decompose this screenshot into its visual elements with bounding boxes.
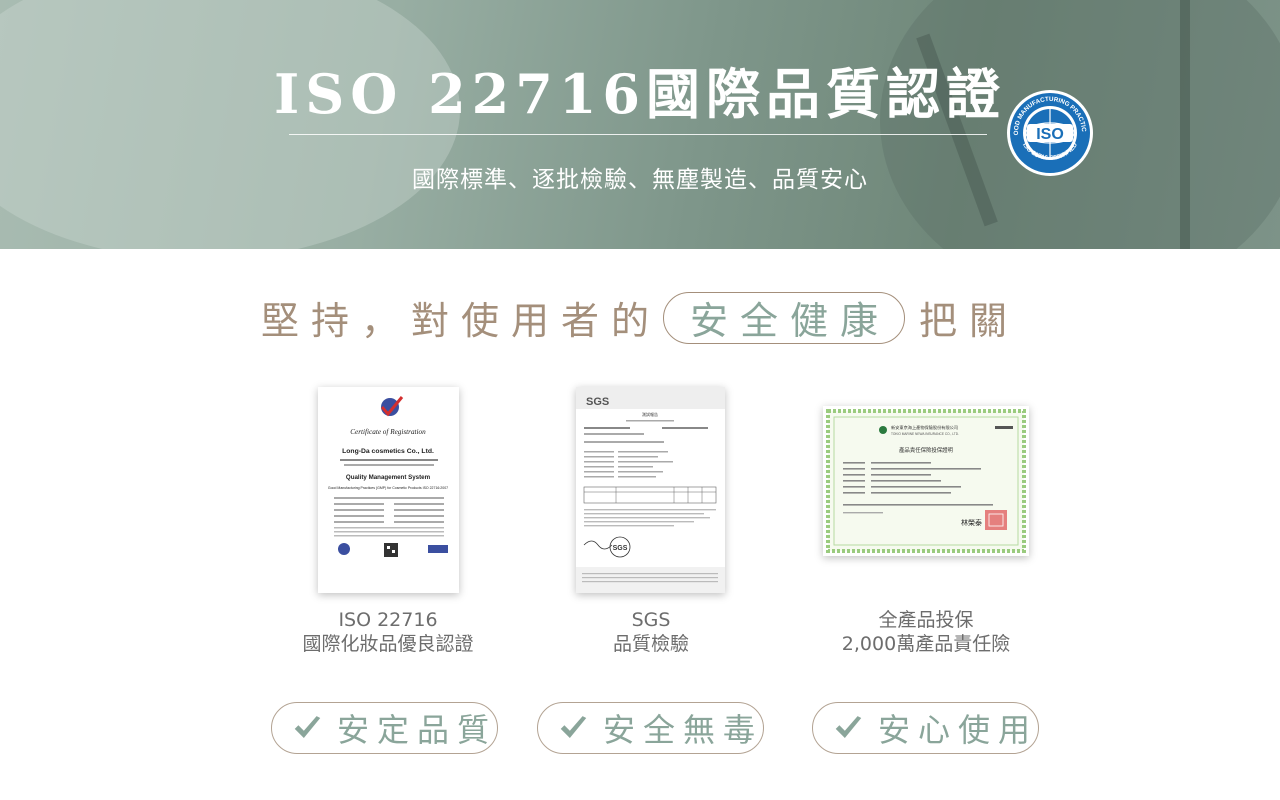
svg-text:測試報告: 測試報告 bbox=[642, 411, 658, 417]
svg-text:Good Manufacturing Practices (: Good Manufacturing Practices (GMP) for C… bbox=[328, 486, 448, 490]
svg-text:Quality Management System: Quality Management System bbox=[346, 474, 431, 481]
certificate-caption: SGS 品質檢驗 bbox=[551, 608, 751, 656]
sgs-report-document: SGS 測試報告 SGS bbox=[576, 387, 725, 593]
heading-suffix: 把關 bbox=[919, 299, 1020, 343]
feature-label: 安全無毒 bbox=[602, 711, 763, 749]
svg-text:產品責任保險投保證明: 產品責任保險投保證明 bbox=[899, 446, 953, 454]
certificate-caption: 全產品投保 2,000萬產品責任險 bbox=[826, 608, 1026, 656]
svg-text:新安東京海上產物保險股份有限公司: 新安東京海上產物保險股份有限公司 bbox=[891, 424, 958, 431]
certificate-caption-line2: 國際化妝品優良認證 bbox=[302, 633, 474, 655]
svg-text:Certificate of Registration: Certificate of Registration bbox=[350, 428, 426, 436]
check-icon bbox=[835, 716, 862, 739]
hero-divider bbox=[289, 134, 987, 135]
product-liability-insurance-certificate-image: 新安東京海上產物保險股份有限公司 TOKIO MARINE NEWA INSUR… bbox=[823, 406, 1029, 556]
feature-label: 安定品質 bbox=[336, 711, 497, 749]
certificate-of-registration-image: Certificate of Registration Long-Da cosm… bbox=[318, 387, 459, 593]
svg-text:SGS: SGS bbox=[613, 545, 628, 552]
iso-certificate-document: Certificate of Registration Long-Da cosm… bbox=[318, 387, 459, 593]
feature-badge-stable-quality: 安定品質 bbox=[271, 702, 498, 754]
certificate-caption-line2: 品質檢驗 bbox=[612, 633, 689, 655]
section-heading: 堅持，對使用者的 安全健康 把關 bbox=[0, 290, 1280, 345]
certificate-caption-line1: 全產品投保 bbox=[878, 609, 974, 631]
certificate-caption-line1: ISO 22716 bbox=[338, 609, 438, 631]
hero-banner: ISO 22716國際品質認證 國際標準、逐批檢驗、無塵製造、品質安心 ISO … bbox=[0, 0, 1280, 249]
svg-text:Long-Da cosmetics Co., Ltd.: Long-Da cosmetics Co., Ltd. bbox=[342, 448, 434, 455]
svg-text:林榮泰: 林榮泰 bbox=[961, 518, 982, 527]
certificate-caption-line2: 2,000萬產品責任險 bbox=[841, 633, 1011, 655]
insurance-certificate-document: 新安東京海上產物保險股份有限公司 TOKIO MARINE NEWA INSUR… bbox=[823, 406, 1029, 556]
svg-text:SGS: SGS bbox=[586, 396, 609, 408]
check-icon bbox=[560, 716, 587, 739]
feature-badge-safe-nontoxic: 安全無毒 bbox=[537, 702, 764, 754]
iso-certified-badge-icon: ISO GOOD MANUFACTURING PRACTICES ISO 227… bbox=[1006, 89, 1093, 176]
check-icon bbox=[294, 716, 321, 739]
heading-prefix: 堅持，對使用者的 bbox=[260, 299, 661, 343]
certificate-caption-line1: SGS bbox=[631, 609, 671, 631]
heading-highlight-pill: 安全健康 bbox=[662, 291, 905, 344]
sgs-test-report-image: SGS 測試報告 SGS bbox=[576, 387, 725, 593]
svg-text:ISO: ISO bbox=[1036, 126, 1064, 143]
svg-text:TOKIO MARINE NEWA INSURANCE CO: TOKIO MARINE NEWA INSURANCE CO., LTD. bbox=[891, 432, 959, 436]
certificate-caption: ISO 22716 國際化妝品優良認證 bbox=[288, 608, 488, 656]
feature-badge-worry-free-use: 安心使用 bbox=[812, 702, 1039, 754]
feature-label: 安心使用 bbox=[877, 711, 1038, 749]
